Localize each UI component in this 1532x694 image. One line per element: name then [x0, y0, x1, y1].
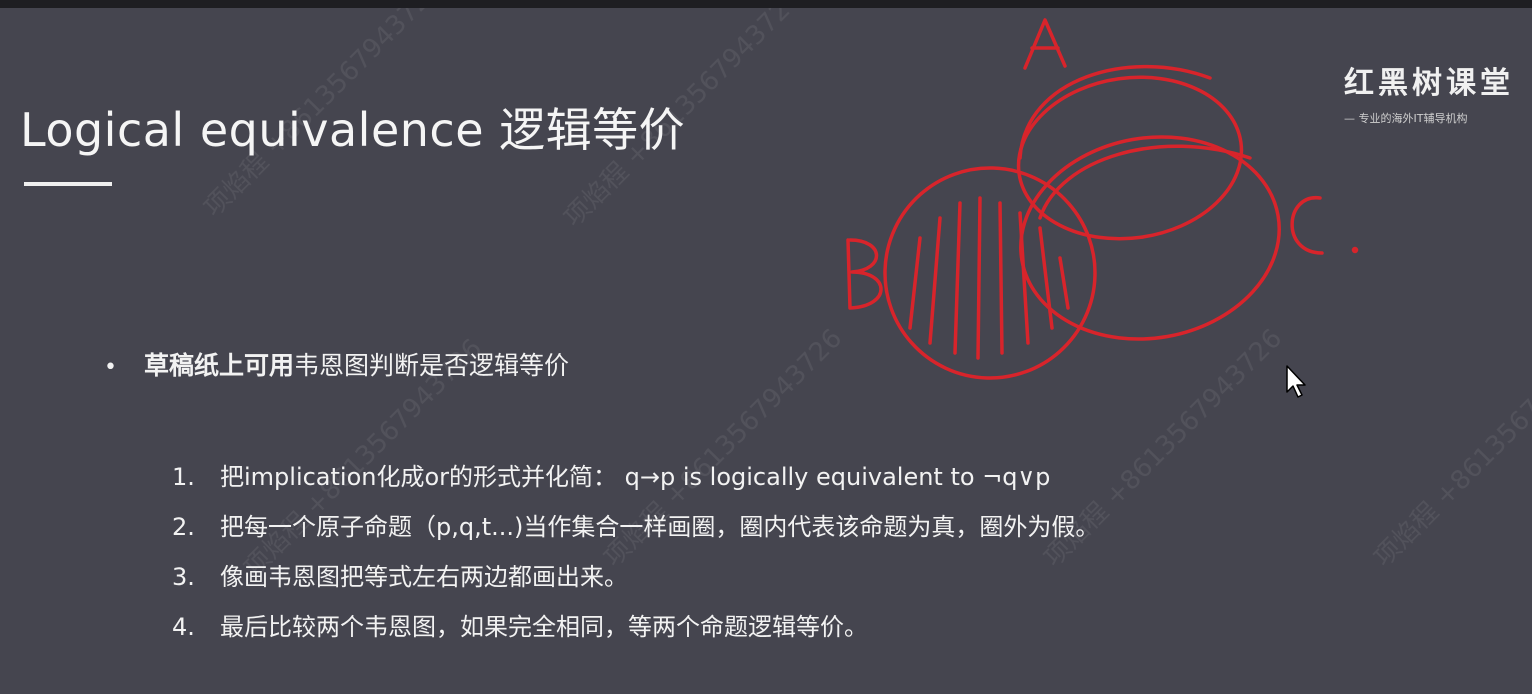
list-item: 3. 像画韦恩图把等式左右两边都画出来。 [172, 552, 1099, 602]
bullet-bold-text: 草稿纸上可用 [144, 351, 295, 380]
step-number: 3. [172, 563, 195, 591]
mouse-cursor-icon [1286, 365, 1306, 398]
venn-circle-a [1016, 75, 1244, 241]
step-number: 2. [172, 513, 195, 541]
step-text: 把implication化成or的形式并化简： q→p is logically… [220, 463, 1051, 491]
presentation-slide: 项焰程 +8613567943726 项焰程 +8613567943726 项焰… [0, 8, 1532, 694]
label-c-dot [1351, 246, 1359, 254]
slide-title: Logical equivalence 逻辑等价 [20, 103, 686, 157]
venn-circle-c [1019, 135, 1281, 341]
list-item: 4. 最后比较两个韦恩图，如果完全相同，等两个命题逻辑等价。 [172, 602, 1099, 652]
steps-list: 1. 把implication化成or的形式并化简： q→p is logical… [172, 452, 1099, 652]
label-c [1290, 196, 1324, 255]
bullet-text: 韦恩图判断是否逻辑等价 [294, 351, 570, 380]
step-number: 4. [172, 613, 195, 641]
list-item: 1. 把implication化成or的形式并化简： q→p is logical… [172, 452, 1099, 502]
label-a [1023, 18, 1067, 70]
venn-hatching [908, 196, 1070, 360]
step-text: 最后比较两个韦恩图，如果完全相同，等两个命题逻辑等价。 [220, 613, 868, 641]
bullet-dot-icon: • [104, 355, 117, 380]
label-b [846, 238, 883, 310]
bullet-item: • 草稿纸上可用韦恩图判断是否逻辑等价 [104, 346, 569, 382]
list-item: 2. 把每一个原子命题（p,q,t...)当作集合一样画圈，圈内代表该命题为真，圈… [172, 502, 1099, 552]
venn-circle-b [883, 166, 1097, 380]
step-text: 像画韦恩图把等式左右两边都画出来。 [220, 563, 628, 591]
handwritten-venn-annotation [846, 18, 1359, 380]
step-text: 把每一个原子命题（p,q,t...)当作集合一样画圈，圈内代表该命题为真，圈外为… [220, 513, 1100, 541]
title-underline [24, 182, 112, 186]
step-number: 1. [172, 463, 195, 491]
window-top-bar [0, 0, 1532, 8]
